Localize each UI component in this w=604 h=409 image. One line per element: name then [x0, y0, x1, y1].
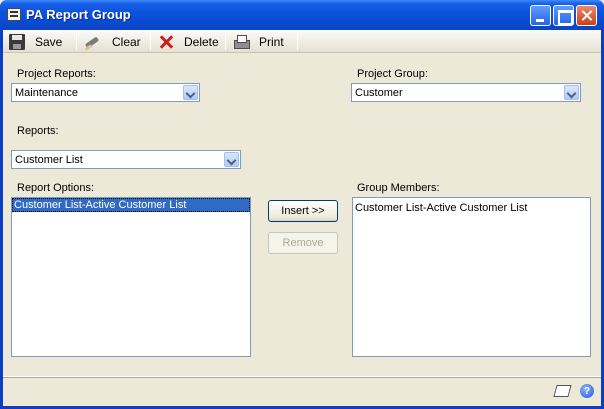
toolbar-separator	[225, 33, 226, 50]
maximize-button[interactable]	[553, 5, 574, 26]
delete-label: Delete	[184, 34, 219, 49]
insert-button[interactable]: Insert >>	[268, 200, 338, 222]
save-icon	[9, 33, 25, 50]
reports-value: Customer List	[15, 154, 83, 166]
print-label: Print	[259, 34, 284, 49]
note-icon[interactable]	[553, 385, 572, 397]
project-reports-value: Maintenance	[15, 87, 78, 99]
report-options-list[interactable]: Customer List-Active Customer List	[11, 197, 251, 357]
printer-icon	[233, 34, 250, 50]
print-button[interactable]: Print	[230, 32, 287, 51]
app-window: PA Report Group Save Clear Delete Print …	[0, 0, 604, 409]
group-members-list[interactable]: Customer List-Active Customer List	[352, 197, 591, 357]
close-button[interactable]	[576, 5, 597, 26]
chevron-down-icon[interactable]	[224, 152, 239, 167]
project-reports-label: Project Reports:	[17, 68, 96, 80]
reports-dropdown[interactable]: Customer List	[11, 150, 241, 169]
project-group-value: Customer	[355, 87, 403, 99]
window-client: Save Clear Delete Print Project Reports:…	[3, 30, 601, 406]
project-group-label: Project Group:	[357, 68, 428, 80]
report-options-label: Report Options:	[17, 182, 95, 194]
project-reports-dropdown[interactable]: Maintenance	[11, 83, 200, 102]
save-button[interactable]: Save	[6, 32, 65, 51]
project-group-dropdown[interactable]: Customer	[351, 83, 581, 102]
list-item[interactable]: Customer List-Active Customer List	[353, 201, 590, 215]
list-item[interactable]: Customer List-Active Customer List	[12, 198, 250, 212]
delete-x-icon	[158, 34, 174, 50]
window-title: PA Report Group	[26, 7, 131, 22]
clear-button[interactable]: Clear	[81, 32, 144, 51]
remove-button[interactable]: Remove	[268, 232, 338, 254]
window-icon	[7, 8, 21, 21]
eraser-icon	[84, 34, 100, 50]
delete-button[interactable]: Delete	[155, 32, 222, 51]
minimize-button[interactable]	[530, 5, 551, 26]
chevron-down-icon[interactable]	[183, 85, 198, 100]
reports-label: Reports:	[17, 125, 59, 137]
toolbar-separator	[76, 33, 77, 50]
title-bar[interactable]: PA Report Group	[0, 0, 604, 30]
help-icon[interactable]: ?	[580, 384, 594, 398]
toolbar-separator	[297, 33, 298, 50]
chevron-down-icon[interactable]	[564, 85, 579, 100]
save-label: Save	[35, 34, 63, 49]
status-bar: ?	[3, 376, 601, 406]
clear-label: Clear	[112, 34, 141, 49]
toolbar-separator	[150, 33, 151, 50]
status-divider	[3, 377, 601, 378]
group-members-label: Group Members:	[357, 182, 440, 194]
toolbar: Save Clear Delete Print	[3, 30, 601, 53]
